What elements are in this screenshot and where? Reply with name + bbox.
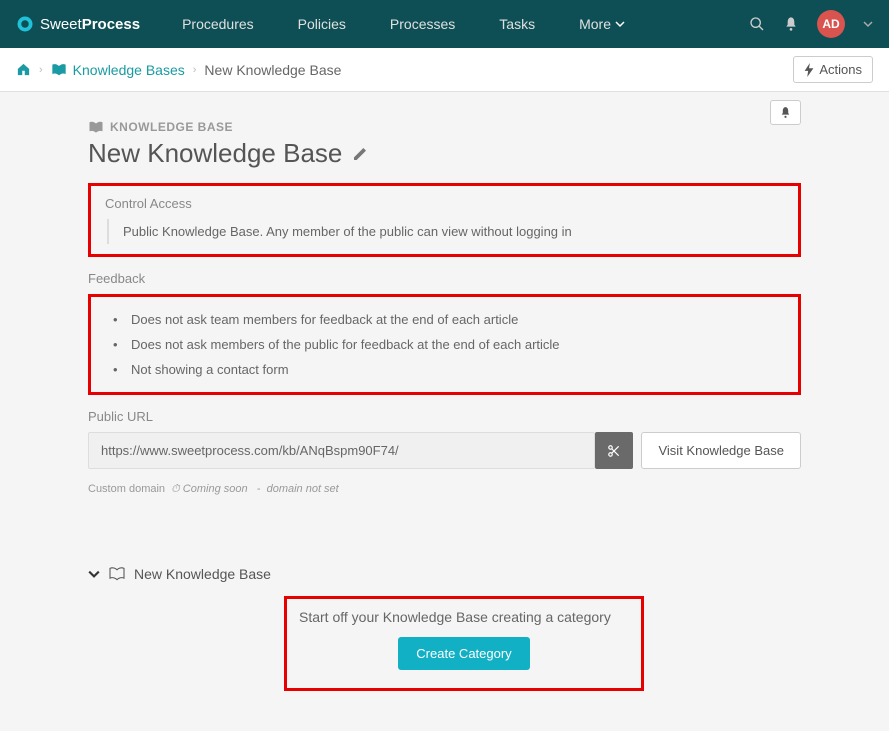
feedback-label: Feedback <box>88 271 801 286</box>
book-open-icon <box>108 567 126 581</box>
scissors-icon <box>607 444 621 458</box>
access-item: Public Knowledge Base. Any member of the… <box>107 219 784 244</box>
kb-type-label: KNOWLEDGE BASE <box>88 120 770 134</box>
section-public-url: Public URL Visit Knowledge Base <box>88 409 801 469</box>
create-category-button[interactable]: Create Category <box>398 637 529 670</box>
logo-icon <box>16 15 34 33</box>
book-icon <box>88 121 104 134</box>
breadcrumb-knowledge-bases[interactable]: Knowledge Bases <box>51 62 185 78</box>
actions-button[interactable]: Actions <box>793 56 873 83</box>
section-control-access: Control Access Public Knowledge Base. An… <box>88 183 801 257</box>
kb-tree: New Knowledge Base Start off your Knowle… <box>88 566 801 691</box>
chevron-down-icon <box>88 568 100 580</box>
notify-button[interactable] <box>770 100 801 125</box>
search-icon[interactable] <box>749 16 765 32</box>
avatar[interactable]: AD <box>817 10 845 38</box>
logo[interactable]: SweetProcess <box>16 15 140 33</box>
breadcrumb-sep: › <box>39 64 43 76</box>
breadcrumb-kb-label: Knowledge Bases <box>73 62 185 78</box>
page-title: New Knowledge Base <box>88 138 342 169</box>
custom-domain-note: Custom domain ⏱ Coming soon - domain not… <box>88 483 801 496</box>
bell-icon[interactable] <box>783 16 799 32</box>
user-menu-chevron-icon[interactable] <box>863 19 873 29</box>
control-access-label: Control Access <box>105 196 784 211</box>
nav-processes[interactable]: Processes <box>372 2 473 46</box>
home-icon[interactable] <box>16 62 31 77</box>
nav-more[interactable]: More <box>561 2 643 46</box>
copy-url-button[interactable] <box>595 432 633 469</box>
visit-kb-button[interactable]: Visit Knowledge Base <box>641 432 801 469</box>
nav-tasks[interactable]: Tasks <box>481 2 553 46</box>
breadcrumb-sep-2: › <box>193 64 197 76</box>
edit-icon[interactable] <box>352 146 368 162</box>
book-icon <box>51 63 67 77</box>
feedback-item: Not showing a contact form <box>113 357 784 382</box>
nav-more-label: More <box>579 16 611 32</box>
nav-policies[interactable]: Policies <box>280 2 364 46</box>
public-url-input[interactable] <box>88 432 595 469</box>
feedback-item: Does not ask members of the public for f… <box>113 332 784 357</box>
logo-text: SweetProcess <box>40 16 140 33</box>
breadcrumb-current: New Knowledge Base <box>204 62 341 78</box>
nav-procedures[interactable]: Procedures <box>164 2 272 46</box>
tree-toggle[interactable]: New Knowledge Base <box>88 566 801 582</box>
chevron-down-icon <box>615 19 625 29</box>
tree-title: New Knowledge Base <box>134 566 271 582</box>
section-feedback: Feedback Does not ask team members for f… <box>88 271 801 395</box>
breadcrumb-bar: › Knowledge Bases › New Knowledge Base A… <box>0 48 889 92</box>
top-nav: SweetProcess Procedures Policies Process… <box>0 0 889 48</box>
bolt-icon <box>804 63 814 77</box>
nav-items: Procedures Policies Processes Tasks More <box>164 2 643 46</box>
main-content: KNOWLEDGE BASE New Knowledge Base Contro… <box>0 92 889 731</box>
public-url-label: Public URL <box>88 409 801 424</box>
create-prompt: Start off your Knowledge Base creating a… <box>299 609 629 625</box>
actions-label: Actions <box>819 62 862 77</box>
feedback-item: Does not ask team members for feedback a… <box>113 307 784 332</box>
create-category-box: Start off your Knowledge Base creating a… <box>284 596 644 691</box>
